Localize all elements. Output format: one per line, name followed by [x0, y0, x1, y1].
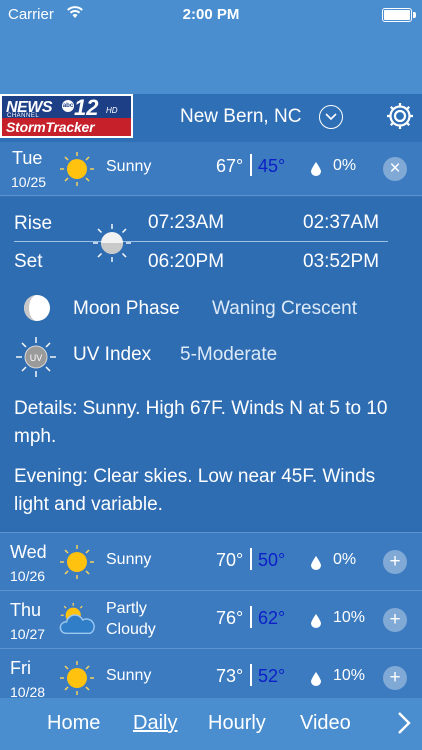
low-temp: 62° — [258, 608, 286, 628]
high-temp: 73° — [216, 666, 244, 686]
raindrop-icon — [311, 162, 321, 176]
low-temp: 45° — [258, 156, 286, 176]
condition-line-1: Partly — [106, 600, 147, 617]
logo-network: abc — [62, 100, 74, 112]
location-dropdown-button[interactable] — [319, 105, 343, 129]
chevron-right-icon[interactable] — [396, 711, 412, 735]
low-temp: 50° — [258, 550, 286, 570]
forecast-row-wed[interactable]: Wed 10/26 Sunny 70° 50° 0% + — [0, 532, 422, 590]
tab-video[interactable]: Video — [300, 712, 351, 735]
uv-index-label: UV Index — [73, 344, 152, 365]
logo-hd: HD — [106, 106, 118, 115]
sunrise-time: 07:23AM — [148, 212, 225, 233]
precip-chance: 10% — [333, 609, 366, 626]
evening-description: Evening: Clear skies. Low near 45F. Wind… — [14, 466, 376, 515]
forecast-row-fri[interactable]: Fri 10/28 Sunny 73° 52° 10% + — [0, 648, 422, 698]
top-band — [0, 30, 422, 94]
sun-icon — [60, 661, 94, 695]
condition-text: Partly Cloudy — [106, 598, 156, 640]
tab-daily[interactable]: Daily — [133, 712, 177, 735]
tab-home[interactable]: Home — [47, 712, 100, 735]
app-header: NEWS CHANNEL abc 12 HD StormTracker New … — [0, 94, 422, 142]
horizon-line — [14, 241, 388, 242]
set-label: Set — [14, 251, 43, 272]
high-temp: 67° — [216, 156, 244, 176]
day-date: 10/28 — [10, 684, 46, 698]
day-name: Wed — [10, 542, 47, 562]
status-time: 2:00 PM — [182, 6, 240, 23]
status-bar: Carrier 2:00 PM — [0, 0, 422, 30]
moon-phase-icon — [24, 295, 50, 321]
sun-icon — [60, 545, 94, 579]
battery-icon — [382, 8, 416, 22]
expand-button[interactable]: + — [383, 666, 407, 690]
condition-text: Sunny — [106, 667, 152, 684]
day-date: 10/25 — [11, 174, 47, 190]
low-temp: 52° — [258, 666, 286, 686]
precip-chance: 0% — [333, 157, 357, 174]
raindrop-icon — [311, 672, 321, 686]
day-name: Tue — [12, 148, 43, 168]
expand-button[interactable]: + — [383, 608, 407, 632]
high-temp: 76° — [216, 608, 244, 628]
condition-text: Sunny — [106, 158, 152, 175]
tab-hourly[interactable]: Hourly — [208, 712, 266, 735]
sun-icon — [60, 152, 94, 186]
logo-brand: StormTracker — [6, 119, 95, 135]
details-description: Details: Sunny. High 67F. Winds N at 5 t… — [14, 398, 388, 447]
logo-number: 12 — [74, 95, 99, 120]
high-temp: 70° — [216, 550, 244, 570]
chevron-down-icon — [325, 113, 337, 121]
temp-divider — [250, 664, 252, 686]
raindrop-icon — [311, 556, 321, 570]
day-date: 10/26 — [10, 568, 46, 584]
day-name: Thu — [10, 600, 42, 620]
sunrise-sun-icon — [93, 224, 131, 262]
station-logo: NEWS CHANNEL abc 12 HD StormTracker — [0, 94, 133, 138]
today-forecast-row[interactable]: Tue 10/25 Sunny 67° 45° 0% × — [0, 142, 422, 196]
temp-divider — [250, 606, 252, 628]
collapse-button[interactable]: × — [383, 157, 407, 181]
expand-button[interactable]: + — [383, 550, 407, 574]
app-screen: Carrier 2:00 PM NEWS CHANNEL abc 12 HD S… — [0, 0, 422, 750]
raindrop-icon — [311, 614, 321, 628]
forecast-row-thu[interactable]: Thu 10/27 Partly Cloudy 76° 62° 10% + — [0, 590, 422, 648]
moon-phase-label: Moon Phase — [73, 298, 180, 319]
sunset-time: 06:20PM — [148, 251, 225, 272]
bottom-tab-bar: Home Daily Hourly Video — [0, 698, 422, 750]
moonset-time: 03:52PM — [303, 251, 380, 272]
uv-index-value: 5-Moderate — [180, 344, 278, 365]
day-date: 10/27 — [10, 626, 46, 642]
moon-phase-value: Waning Crescent — [212, 298, 358, 319]
rise-label: Rise — [14, 213, 53, 234]
location-name[interactable]: New Bern, NC — [180, 106, 301, 128]
settings-gear-icon[interactable] — [385, 101, 415, 131]
uv-index-icon: UV — [16, 337, 56, 377]
precip-chance: 0% — [333, 551, 357, 568]
crescent-moon-icon — [266, 226, 280, 254]
moonrise-time: 02:37AM — [303, 212, 380, 233]
precip-chance: 10% — [333, 667, 366, 684]
partly-cloudy-icon — [59, 602, 95, 635]
condition-text: Sunny — [106, 551, 152, 568]
day-name: Fri — [10, 658, 31, 678]
uv-badge: UV — [30, 353, 43, 363]
condition-line-2: Cloudy — [106, 621, 156, 638]
temp-divider — [250, 154, 252, 176]
temp-divider — [250, 548, 252, 570]
day-detail-panel: Rise Set 07:23AM 06:20PM 02:37AM 03:52PM… — [0, 197, 422, 532]
